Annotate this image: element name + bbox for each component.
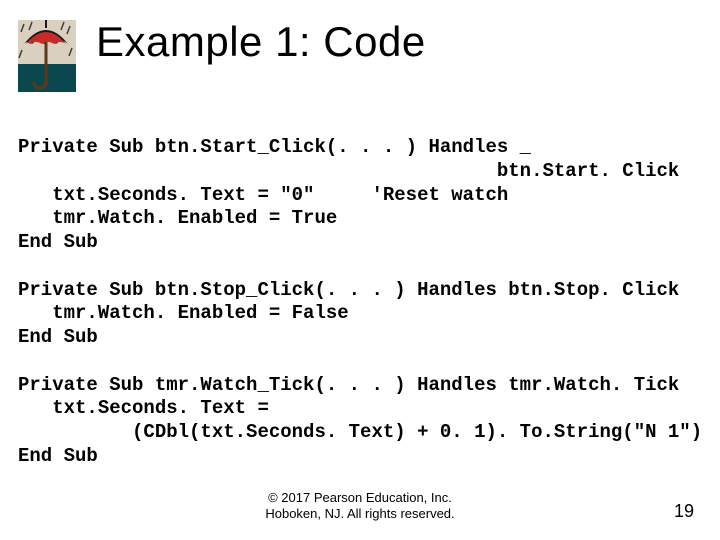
slide: Example 1: Code Private Sub btn.Start_Cl…: [0, 0, 720, 540]
footer-line-1: © 2017 Pearson Education, Inc.: [268, 490, 452, 505]
footer-line-2: Hoboken, NJ. All rights reserved.: [265, 506, 454, 521]
umbrella-icon: [18, 20, 76, 92]
code-listing: Private Sub btn.Start_Click(. . . ) Hand…: [18, 136, 702, 469]
copyright-footer: © 2017 Pearson Education, Inc. Hoboken, …: [0, 490, 720, 523]
page-number: 19: [674, 501, 694, 522]
publisher-logo: [18, 20, 76, 92]
slide-title: Example 1: Code: [96, 18, 426, 66]
